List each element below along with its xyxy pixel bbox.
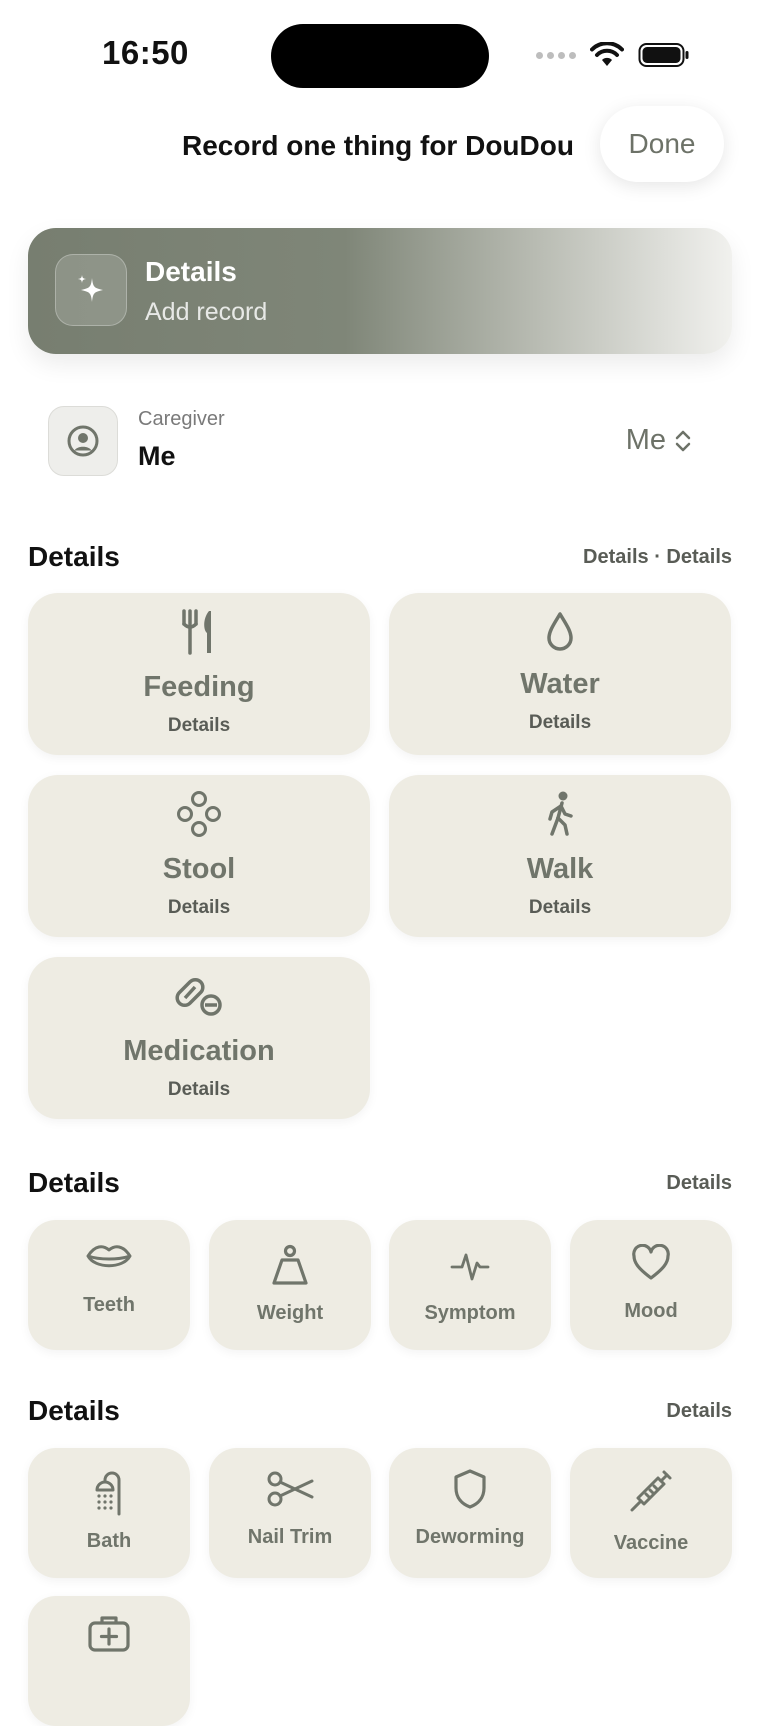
section2-title: Details [28, 1167, 120, 1198]
header: Record one thing for DouDou Done [0, 104, 760, 184]
section1-link[interactable]: Details · Details [583, 546, 732, 569]
mood-card[interactable]: Mood [570, 1220, 732, 1350]
walking-person-icon [389, 789, 731, 839]
medication-card[interactable]: Medication Details [28, 957, 370, 1119]
water-label: Water [520, 668, 600, 700]
section3-link[interactable]: Details [666, 1400, 732, 1423]
pulse-icon [389, 1242, 551, 1288]
teeth-card[interactable]: Teeth [28, 1220, 190, 1350]
nail-trim-card[interactable]: Nail Trim [209, 1448, 371, 1578]
caregiver-name: Me [138, 441, 176, 471]
medication-label: Medication [123, 1035, 275, 1067]
shield-icon [389, 1466, 551, 1512]
water-card[interactable]: Water Details [389, 593, 731, 755]
section2-link[interactable]: Details [666, 1172, 732, 1195]
caregiver-row[interactable]: Caregiver Me Me [28, 386, 732, 496]
weight-label: Weight [256, 1302, 324, 1324]
stool-card[interactable]: Stool Details [28, 775, 370, 937]
deworming-label: Deworming [415, 1526, 525, 1548]
wifi-icon [590, 42, 624, 68]
circles-icon [28, 789, 370, 839]
walk-label: Walk [526, 853, 594, 885]
mood-label: Mood [624, 1300, 678, 1322]
section1-title: Details [28, 541, 120, 572]
stool-sub: Details [167, 897, 231, 918]
person-circle-icon [48, 406, 118, 476]
feeding-label: Feeding [143, 671, 255, 703]
sparkles-icon [55, 254, 127, 326]
banner-title: Details [145, 256, 237, 287]
scissors-icon [209, 1466, 371, 1512]
deworming-card[interactable]: Deworming [389, 1448, 551, 1578]
symptom-label: Symptom [424, 1302, 516, 1324]
vaccine-label: Vaccine [613, 1532, 689, 1554]
page-title: Record one thing for DouDou [182, 130, 574, 161]
heart-icon [570, 1240, 732, 1286]
fork-knife-icon [28, 607, 370, 657]
shower-icon [28, 1470, 190, 1516]
drop-icon [389, 607, 731, 657]
cellular-signal-icon [536, 51, 576, 59]
status-bar: 16:50 [0, 0, 760, 110]
scale-weight-icon [209, 1242, 371, 1288]
weight-card[interactable]: Weight [209, 1220, 371, 1350]
nail-trim-label: Nail Trim [247, 1526, 333, 1548]
done-button[interactable]: Done [600, 106, 724, 182]
caregiver-selected: Me [625, 424, 666, 456]
stool-label: Stool [162, 853, 236, 885]
feeding-card[interactable]: Feeding Details [28, 593, 370, 755]
status-icons [536, 40, 690, 70]
dynamic-island [271, 24, 489, 88]
battery-icon [638, 42, 690, 68]
first-aid-kit-icon [28, 1610, 190, 1656]
symptom-card[interactable]: Symptom [389, 1220, 551, 1350]
section3-title: Details [28, 1395, 120, 1426]
syringe-icon [570, 1468, 732, 1514]
medication-sub: Details [167, 1079, 231, 1100]
mouth-icon [28, 1234, 190, 1280]
bath-label: Bath [86, 1530, 132, 1552]
chevron-up-down-icon [674, 428, 692, 454]
first-aid-card[interactable] [28, 1596, 190, 1726]
caregiver-picker[interactable]: Me [626, 424, 692, 457]
bath-card[interactable]: Bath [28, 1448, 190, 1578]
walk-card[interactable]: Walk Details [389, 775, 731, 937]
teeth-label: Teeth [83, 1294, 135, 1316]
pills-icon [28, 971, 370, 1021]
details-banner[interactable]: Details Add record [28, 228, 732, 354]
status-time: 16:50 [102, 34, 189, 71]
banner-subtitle: Add record [145, 298, 268, 326]
water-sub: Details [528, 712, 592, 733]
vaccine-card[interactable]: Vaccine [570, 1448, 732, 1578]
walk-sub: Details [528, 897, 592, 918]
feeding-sub: Details [167, 715, 231, 736]
caregiver-label: Caregiver [138, 408, 225, 430]
